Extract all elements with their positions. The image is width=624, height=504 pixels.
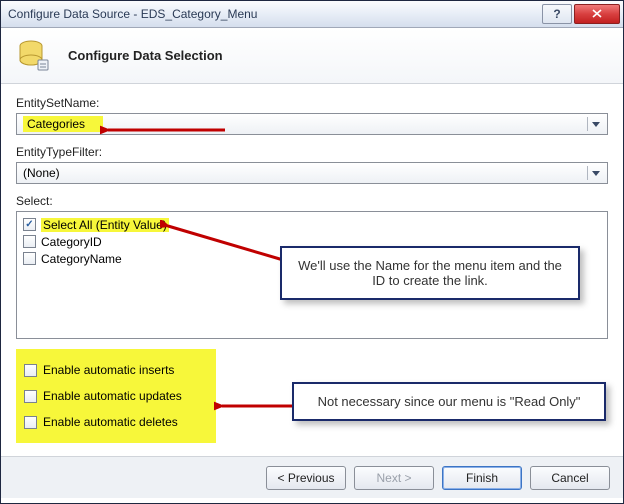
window-title: Configure Data Source - EDS_Category_Men…	[8, 7, 540, 21]
entitytypefilter-dropdown[interactable]: (None)	[16, 162, 608, 184]
help-button[interactable]: ?	[542, 4, 572, 24]
chevron-down-icon	[587, 117, 603, 131]
select-item-label: Select All (Entity Value)	[41, 218, 169, 232]
chevron-down-icon	[587, 166, 603, 180]
entitytypefilter-label: EntityTypeFilter:	[16, 145, 608, 159]
annotation-callout: Not necessary since our menu is "Read On…	[292, 382, 606, 421]
enable-updates-row[interactable]: Enable automatic updates	[24, 383, 208, 409]
enable-deletes-row[interactable]: Enable automatic deletes	[24, 409, 208, 435]
close-button[interactable]	[574, 4, 620, 24]
select-item-label: CategoryName	[41, 252, 122, 266]
next-button: Next >	[354, 466, 434, 490]
checkbox-icon[interactable]	[23, 218, 36, 231]
select-item[interactable]: Select All (Entity Value)	[23, 216, 601, 233]
entitysetname-dropdown[interactable]: Categories	[16, 113, 608, 135]
auto-options: Enable automatic inserts Enable automati…	[16, 349, 216, 443]
database-icon	[16, 38, 52, 74]
checkbox-icon[interactable]	[24, 390, 37, 403]
window-buttons: ?	[540, 4, 620, 24]
annotation-callout: We'll use the Name for the menu item and…	[280, 246, 580, 300]
entitysetname-label: EntitySetName:	[16, 96, 608, 110]
entitytypefilter-value: (None)	[23, 166, 60, 180]
previous-button[interactable]: < Previous	[266, 466, 346, 490]
titlebar: Configure Data Source - EDS_Category_Men…	[0, 0, 624, 28]
entitysetname-value: Categories	[23, 116, 103, 132]
checkbox-icon[interactable]	[23, 252, 36, 265]
finish-button[interactable]: Finish	[442, 466, 522, 490]
checkbox-icon[interactable]	[24, 416, 37, 429]
enable-updates-label: Enable automatic updates	[43, 389, 182, 403]
select-item-label: CategoryID	[41, 235, 102, 249]
wizard-buttons: < Previous Next > Finish Cancel	[0, 456, 624, 498]
cancel-button[interactable]: Cancel	[530, 466, 610, 490]
wizard-header: Configure Data Selection	[0, 28, 624, 84]
page-title: Configure Data Selection	[68, 48, 223, 63]
enable-inserts-label: Enable automatic inserts	[43, 363, 174, 377]
enable-deletes-label: Enable automatic deletes	[43, 415, 178, 429]
enable-inserts-row[interactable]: Enable automatic inserts	[24, 357, 208, 383]
checkbox-icon[interactable]	[23, 235, 36, 248]
select-label: Select:	[16, 194, 608, 208]
checkbox-icon[interactable]	[24, 364, 37, 377]
